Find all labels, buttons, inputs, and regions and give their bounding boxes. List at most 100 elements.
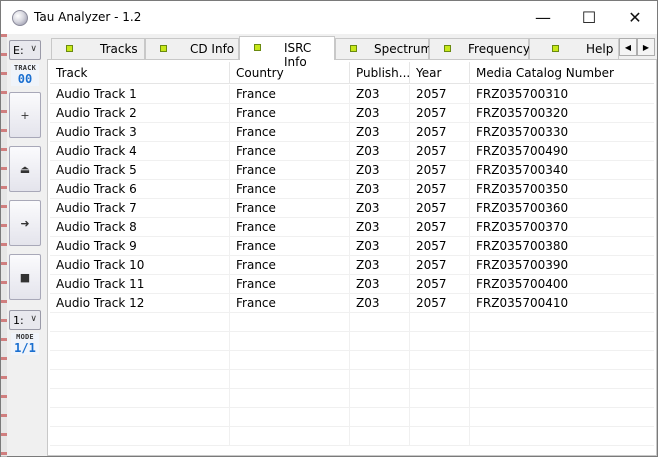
next-button[interactable]: ➜ bbox=[9, 200, 41, 246]
plus-icon: + bbox=[20, 108, 30, 122]
publisher-cell: Z03 bbox=[350, 294, 410, 313]
table-row bbox=[50, 370, 654, 389]
track-cell bbox=[50, 408, 230, 427]
window-title: Tau Analyzer - 1.2 bbox=[34, 10, 142, 24]
tab-label: Help bbox=[586, 42, 614, 56]
catalog-number-cell: FRZ035700380 bbox=[476, 239, 569, 253]
tab-strip: Tracks CD Info ISRC Info Spectrum Freque… bbox=[47, 36, 657, 69]
table-row[interactable]: Audio Track 11 France Z03 2057 FRZ035700400 bbox=[50, 275, 654, 294]
year-cell bbox=[410, 313, 470, 332]
catalog-number-cell bbox=[470, 332, 654, 351]
track-cell: Audio Track 2 bbox=[50, 104, 230, 123]
chevron-down-icon: ∨ bbox=[30, 314, 37, 324]
tab-label: Spectrum bbox=[374, 42, 433, 56]
column-header-track[interactable]: Track bbox=[50, 62, 230, 84]
tab-tracks[interactable]: Tracks bbox=[51, 38, 145, 59]
year-cell: 2057 bbox=[410, 161, 470, 180]
tab-indicator-icon bbox=[254, 44, 261, 51]
publisher-cell bbox=[350, 389, 410, 408]
track-cell: Audio Track 9 bbox=[50, 237, 230, 256]
catalog-number-cell bbox=[470, 313, 654, 332]
catalog-number-cell: FRZ035700400 bbox=[476, 277, 569, 291]
app-logo-icon bbox=[12, 10, 28, 26]
track-cell: Audio Track 8 bbox=[50, 218, 230, 237]
table-row[interactable]: Audio Track 1 France Z03 2057 FRZ035700310 bbox=[50, 85, 654, 104]
tab-scroll-left-button[interactable]: ◀ bbox=[619, 38, 637, 56]
table-row[interactable]: Audio Track 12 France Z03 2057 FRZ035700410 bbox=[50, 294, 654, 313]
catalog-number-cell: FRZ035700490 bbox=[476, 144, 569, 158]
track-cell: Audio Track 7 bbox=[50, 199, 230, 218]
tab-label: Tracks bbox=[100, 42, 138, 56]
tab-scroll-right-button[interactable]: ▶ bbox=[637, 38, 655, 56]
column-header-publisher[interactable]: Publish... bbox=[350, 62, 410, 84]
table-row[interactable]: Audio Track 5 France Z03 2057 FRZ035700340 bbox=[50, 161, 654, 180]
publisher-cell bbox=[350, 351, 410, 370]
table-row bbox=[50, 332, 654, 351]
tab-indicator-icon bbox=[552, 45, 559, 52]
publisher-cell: Z03 bbox=[350, 199, 410, 218]
catalog-number-cell: FRZ035700310 bbox=[476, 87, 569, 101]
catalog-number-cell: FRZ035700350 bbox=[476, 182, 569, 196]
tab-isrc-info[interactable]: ISRC Info bbox=[239, 36, 335, 69]
mode-select[interactable]: 1: ∨ bbox=[9, 310, 41, 330]
catalog-number-cell: FRZ035700370 bbox=[476, 220, 569, 234]
catalog-number-cell bbox=[470, 408, 654, 427]
eject-icon: ⏏ bbox=[19, 162, 31, 176]
track-cell: Audio Track 12 bbox=[50, 294, 230, 313]
tab-label: CD Info bbox=[190, 42, 235, 56]
publisher-cell: Z03 bbox=[350, 180, 410, 199]
year-cell: 2057 bbox=[410, 199, 470, 218]
table-row[interactable]: Audio Track 7 France Z03 2057 FRZ035700360 bbox=[50, 199, 654, 218]
tab-spectrum[interactable]: Spectrum bbox=[335, 38, 433, 59]
tab-help[interactable]: Help bbox=[529, 38, 619, 59]
track-cell: Audio Track 4 bbox=[50, 142, 230, 161]
year-cell: 2057 bbox=[410, 275, 470, 294]
year-cell: 2057 bbox=[410, 294, 470, 313]
column-header-year[interactable]: Year bbox=[410, 62, 470, 84]
country-cell bbox=[230, 427, 350, 446]
country-cell: France bbox=[230, 199, 350, 218]
table-row[interactable]: Audio Track 8 France Z03 2057 FRZ035700370 bbox=[50, 218, 654, 237]
mode-display: MODE 1/1 bbox=[11, 333, 39, 355]
publisher-cell bbox=[350, 313, 410, 332]
tab-indicator-icon bbox=[444, 45, 451, 52]
country-cell: France bbox=[230, 142, 350, 161]
year-cell: 2057 bbox=[410, 180, 470, 199]
maximize-button[interactable]: ☐ bbox=[566, 1, 612, 34]
chevron-right-icon: ▶ bbox=[642, 42, 650, 52]
table-row[interactable]: Audio Track 10 France Z03 2057 FRZ035700390 bbox=[50, 256, 654, 275]
mode-select-value: 1: bbox=[13, 313, 24, 327]
grid-body: Audio Track 1 France Z03 2057 FRZ035700310 Au… bbox=[50, 85, 654, 446]
minimize-button[interactable]: — bbox=[520, 1, 566, 34]
table-row[interactable]: Audio Track 9 France Z03 2057 FRZ035700380 bbox=[50, 237, 654, 256]
year-cell: 2057 bbox=[410, 123, 470, 142]
table-row[interactable]: Audio Track 6 France Z03 2057 FRZ035700350 bbox=[50, 180, 654, 199]
table-row[interactable]: Audio Track 2 France Z03 2057 FRZ035700320 bbox=[50, 104, 654, 123]
track-cell: Audio Track 10 bbox=[50, 256, 230, 275]
stop-icon: ■ bbox=[19, 270, 31, 284]
track-cell: Audio Track 1 bbox=[50, 85, 230, 104]
tab-scroll: ◀ ▶ bbox=[619, 38, 655, 56]
publisher-cell: Z03 bbox=[350, 104, 410, 123]
track-cell: Audio Track 5 bbox=[50, 161, 230, 180]
tab-label: Frequency bbox=[468, 42, 530, 56]
tab-cd-info[interactable]: CD Info bbox=[145, 38, 239, 59]
catalog-number-cell: FRZ035700410 bbox=[476, 296, 569, 310]
year-cell bbox=[410, 370, 470, 389]
table-row[interactable]: Audio Track 3 France Z03 2057 FRZ035700330 bbox=[50, 123, 654, 142]
country-cell bbox=[230, 408, 350, 427]
close-button[interactable]: ✕ bbox=[612, 1, 658, 34]
eject-button[interactable]: ⏏ bbox=[9, 146, 41, 192]
tab-frequency[interactable]: Frequency bbox=[429, 38, 530, 59]
drive-select[interactable]: E: ∨ bbox=[9, 40, 41, 60]
publisher-cell: Z03 bbox=[350, 123, 410, 142]
column-header-catalog-number[interactable]: Media Catalog Number bbox=[470, 62, 654, 84]
country-cell: France bbox=[230, 180, 350, 199]
stop-button[interactable]: ■ bbox=[9, 254, 41, 300]
table-row[interactable]: Audio Track 4 France Z03 2057 FRZ035700490 bbox=[50, 142, 654, 161]
year-cell: 2057 bbox=[410, 256, 470, 275]
isrc-panel: Track Country Publish... Year Media Cata… bbox=[47, 59, 657, 456]
add-button[interactable]: + bbox=[9, 92, 41, 138]
publisher-cell: Z03 bbox=[350, 85, 410, 104]
country-cell bbox=[230, 313, 350, 332]
